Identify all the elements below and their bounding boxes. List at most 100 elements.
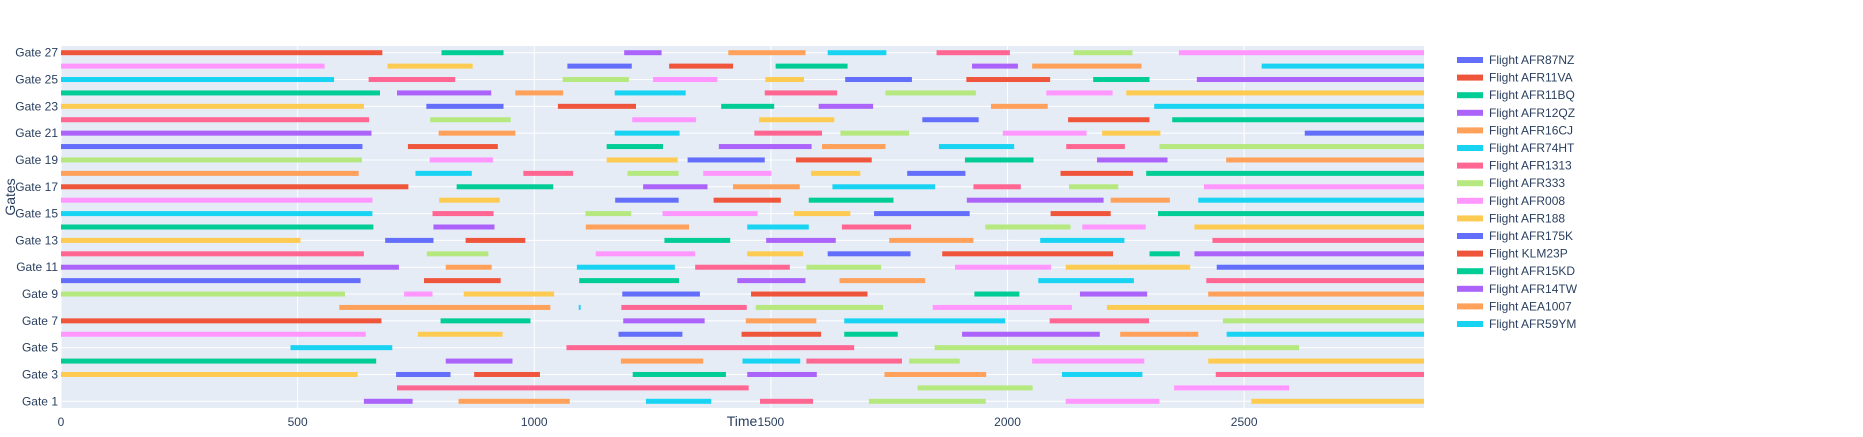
gate-4-flight-bar[interactable] (61, 358, 377, 364)
gate-5-flight-bar[interactable] (934, 345, 1300, 351)
gate-5-flight-bar[interactable] (290, 345, 393, 351)
gate-26-flight-bar[interactable] (61, 63, 325, 69)
gate-21-flight-bar[interactable] (1102, 130, 1161, 136)
gate-15-flight-bar[interactable] (61, 211, 373, 217)
gate-24-flight-bar[interactable] (1046, 90, 1113, 96)
gate-14-flight-bar[interactable] (585, 224, 690, 230)
gate-10-flight-bar[interactable] (61, 278, 361, 284)
gate-17-flight-bar[interactable] (1069, 184, 1119, 190)
gate-23-flight-bar[interactable] (557, 103, 637, 109)
gate-13-flight-bar[interactable] (465, 237, 526, 243)
gate-15-flight-bar[interactable] (1158, 211, 1424, 217)
gate-6-flight-bar[interactable] (844, 331, 898, 337)
gate-13-flight-bar[interactable] (385, 237, 434, 243)
gate-21-flight-bar[interactable] (754, 130, 823, 136)
gate-22-flight-bar[interactable] (430, 117, 511, 123)
gate-21-flight-bar[interactable] (614, 130, 680, 136)
gate-7-flight-bar[interactable] (1049, 318, 1150, 324)
gate-19-flight-bar[interactable] (61, 157, 362, 163)
gate-26-flight-bar[interactable] (972, 63, 1018, 69)
gate-27-flight-bar[interactable] (441, 50, 504, 56)
gate-16-flight-bar[interactable] (1110, 197, 1170, 203)
gate-6-flight-bar[interactable] (1120, 331, 1199, 337)
gate-20-flight-bar[interactable] (938, 144, 1015, 150)
gate-20-flight-bar[interactable] (1066, 144, 1125, 150)
gate-8-flight-bar[interactable] (621, 304, 747, 310)
gate-7-flight-bar[interactable] (61, 318, 382, 324)
gate-1-flight-bar[interactable] (760, 398, 814, 404)
gate-11-flight-bar[interactable] (695, 264, 790, 270)
gate-6-flight-bar[interactable] (962, 331, 1100, 337)
legend-item[interactable]: Flight AFR333 (1457, 176, 1565, 190)
gate-17-flight-bar[interactable] (973, 184, 1021, 190)
gate-9-flight-bar[interactable] (463, 291, 555, 297)
gate-19-flight-bar[interactable] (429, 157, 494, 163)
gate-4-flight-bar[interactable] (620, 358, 704, 364)
gate-21-flight-bar[interactable] (840, 130, 910, 136)
gate-17-flight-bar[interactable] (61, 184, 409, 190)
gate-20-flight-bar[interactable] (1159, 144, 1424, 150)
gate-26-flight-bar[interactable] (669, 63, 734, 69)
gate-23-flight-bar[interactable] (61, 103, 364, 109)
gate-12-flight-bar[interactable] (747, 251, 804, 257)
legend[interactable]: Flight AFR87NZ Flight AFR11VA Flight AFR11… (1457, 53, 1578, 331)
gate-13-flight-bar[interactable] (664, 237, 731, 243)
gate-15-flight-bar[interactable] (794, 211, 851, 217)
gate-17-flight-bar[interactable] (1203, 184, 1424, 190)
gate-14-flight-bar[interactable] (1194, 224, 1424, 230)
legend-item[interactable]: Flight AFR11VA (1457, 71, 1573, 85)
gate-10-flight-bar[interactable] (737, 278, 806, 284)
gate-11-flight-bar[interactable] (1065, 264, 1191, 270)
gate-17-flight-bar[interactable] (832, 184, 936, 190)
gate-18-flight-bar[interactable] (1146, 170, 1424, 176)
gate-16-flight-bar[interactable] (439, 197, 500, 203)
gate-22-flight-bar[interactable] (759, 117, 835, 123)
gate-24-flight-bar[interactable] (885, 90, 976, 96)
gate-3-flight-bar[interactable] (884, 371, 987, 377)
legend-item[interactable]: Flight AFR74HT (1457, 141, 1575, 155)
gate-9-flight-bar[interactable] (61, 291, 345, 297)
gate-11-flight-bar[interactable] (445, 264, 492, 270)
gate-13-flight-bar[interactable] (1040, 237, 1125, 243)
gate-7-flight-bar[interactable] (623, 318, 705, 324)
gate-9-flight-bar[interactable] (404, 291, 433, 297)
gate-3-flight-bar[interactable] (61, 371, 358, 377)
gate-8-flight-bar[interactable] (1106, 304, 1424, 310)
gate-18-flight-bar[interactable] (523, 170, 574, 176)
gate-14-flight-bar[interactable] (841, 224, 911, 230)
gate-11-flight-bar[interactable] (576, 264, 675, 270)
gate-18-flight-bar[interactable] (415, 170, 472, 176)
gate-15-flight-bar[interactable] (874, 211, 970, 217)
gate-9-flight-bar[interactable] (751, 291, 868, 297)
gate-6-flight-bar[interactable] (1226, 331, 1424, 337)
gate-7-flight-bar[interactable] (440, 318, 531, 324)
legend-item[interactable]: Flight AFR12QZ (1457, 106, 1575, 120)
legend-item[interactable]: Flight AFR1313 (1457, 159, 1572, 173)
gate-16-flight-bar[interactable] (808, 197, 894, 203)
gate-23-flight-bar[interactable] (818, 103, 874, 109)
gate-3-flight-bar[interactable] (1061, 371, 1143, 377)
gate-4-flight-bar[interactable] (445, 358, 513, 364)
gate-18-flight-bar[interactable] (627, 170, 679, 176)
gate-4-flight-bar[interactable] (1208, 358, 1424, 364)
gate-12-flight-bar[interactable] (1149, 251, 1180, 257)
legend-item[interactable]: Flight KLM23P (1457, 247, 1568, 261)
gate-24-flight-bar[interactable] (614, 90, 686, 96)
gate-14-flight-bar[interactable] (747, 224, 809, 230)
gate-25-flight-bar[interactable] (845, 77, 912, 83)
gate-10-flight-bar[interactable] (1206, 278, 1424, 284)
gate-22-flight-bar[interactable] (922, 117, 979, 123)
gate-26-flight-bar[interactable] (1261, 63, 1424, 69)
gate-17-flight-bar[interactable] (456, 184, 554, 190)
gate-1-flight-bar[interactable] (363, 398, 413, 404)
gate-12-flight-bar[interactable] (827, 251, 911, 257)
gate-23-flight-bar[interactable] (990, 103, 1048, 109)
gate-22-flight-bar[interactable] (61, 117, 370, 123)
gate-16-flight-bar[interactable] (61, 197, 373, 203)
gate-25-flight-bar[interactable] (653, 77, 718, 83)
gate-11-flight-bar[interactable] (954, 264, 1052, 270)
gate-18-flight-bar[interactable] (811, 170, 861, 176)
gate-7-flight-bar[interactable] (844, 318, 1006, 324)
gate-13-flight-bar[interactable] (766, 237, 836, 243)
gate-1-flight-bar[interactable] (868, 398, 986, 404)
